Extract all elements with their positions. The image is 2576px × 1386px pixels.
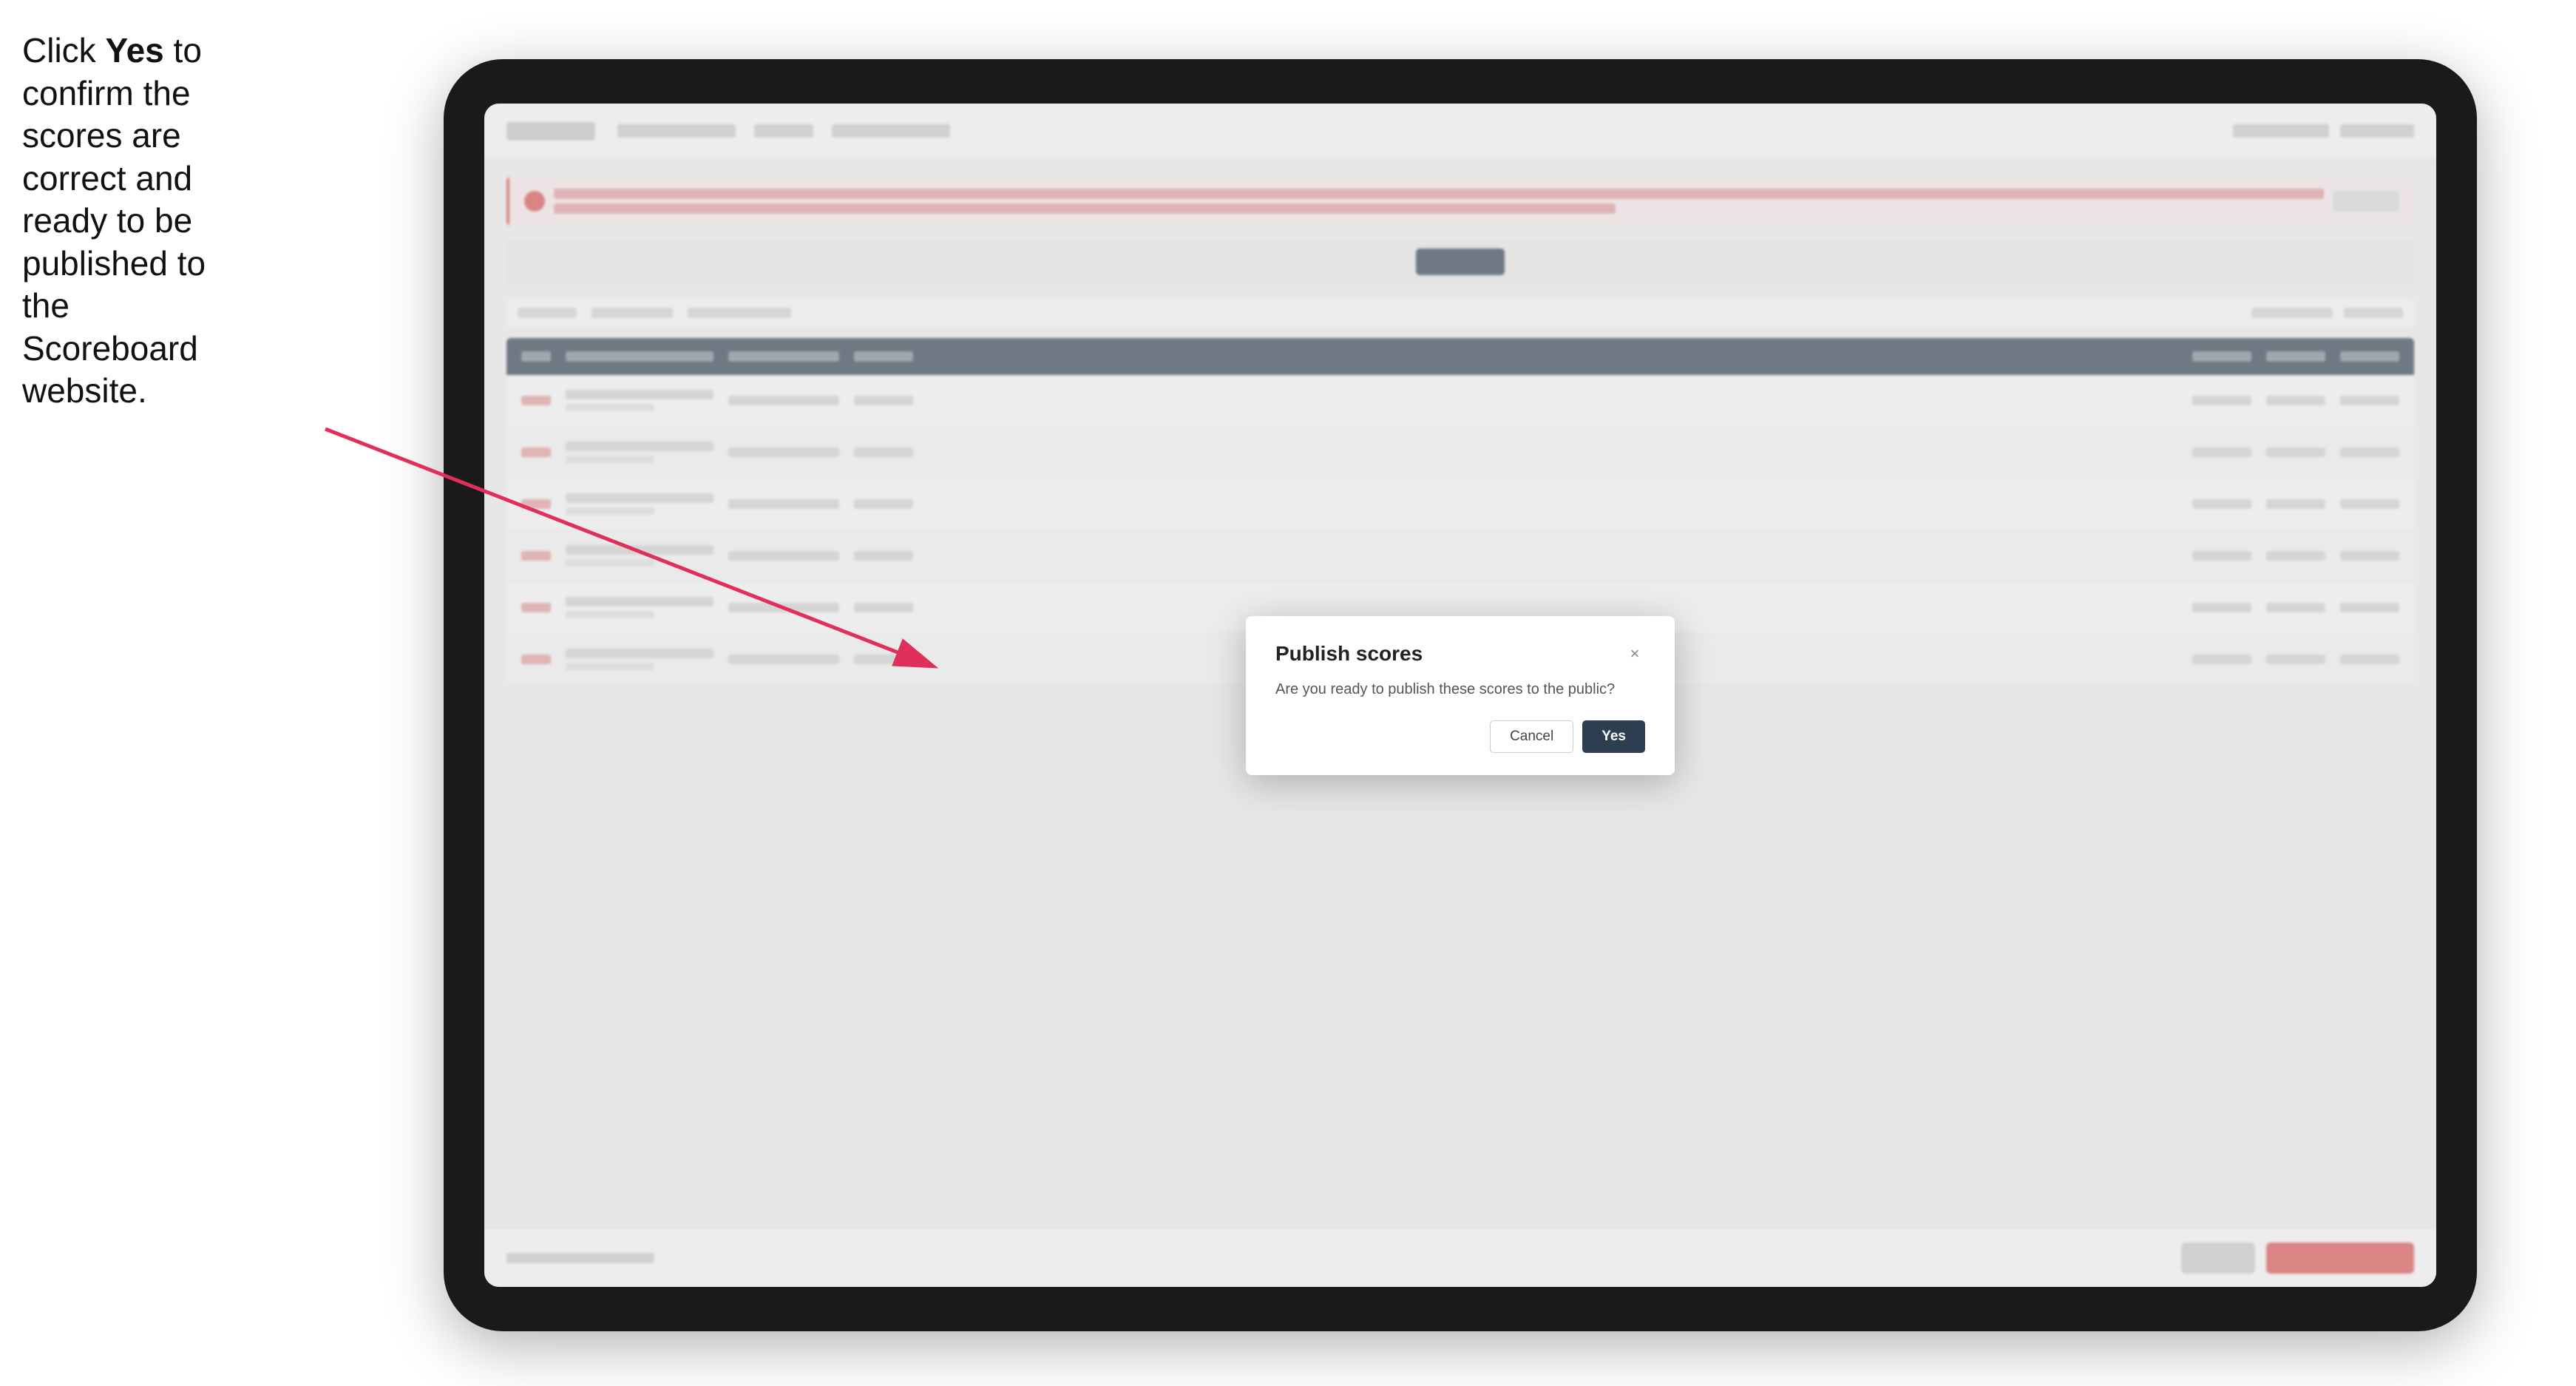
publish-dialog: Publish scores × Are you ready to publis…: [1246, 616, 1675, 775]
dialog-body: Are you ready to publish these scores to…: [1275, 679, 1645, 700]
instruction-text: Click Yes to confirm the scores are corr…: [22, 30, 237, 413]
instruction-bold: Yes: [105, 31, 163, 70]
tablet-screen: Publish scores × Are you ready to publis…: [484, 104, 2436, 1287]
yes-button[interactable]: Yes: [1582, 720, 1645, 753]
dialog-footer: Cancel Yes: [1275, 720, 1645, 753]
tablet-device: Publish scores × Are you ready to publis…: [444, 59, 2477, 1331]
dialog-close-button[interactable]: ×: [1624, 643, 1645, 664]
cancel-button[interactable]: Cancel: [1490, 720, 1573, 753]
dialog-title: Publish scores: [1275, 642, 1423, 666]
dialog-header: Publish scores ×: [1275, 642, 1645, 666]
dialog-overlay: Publish scores × Are you ready to publis…: [484, 104, 2436, 1287]
